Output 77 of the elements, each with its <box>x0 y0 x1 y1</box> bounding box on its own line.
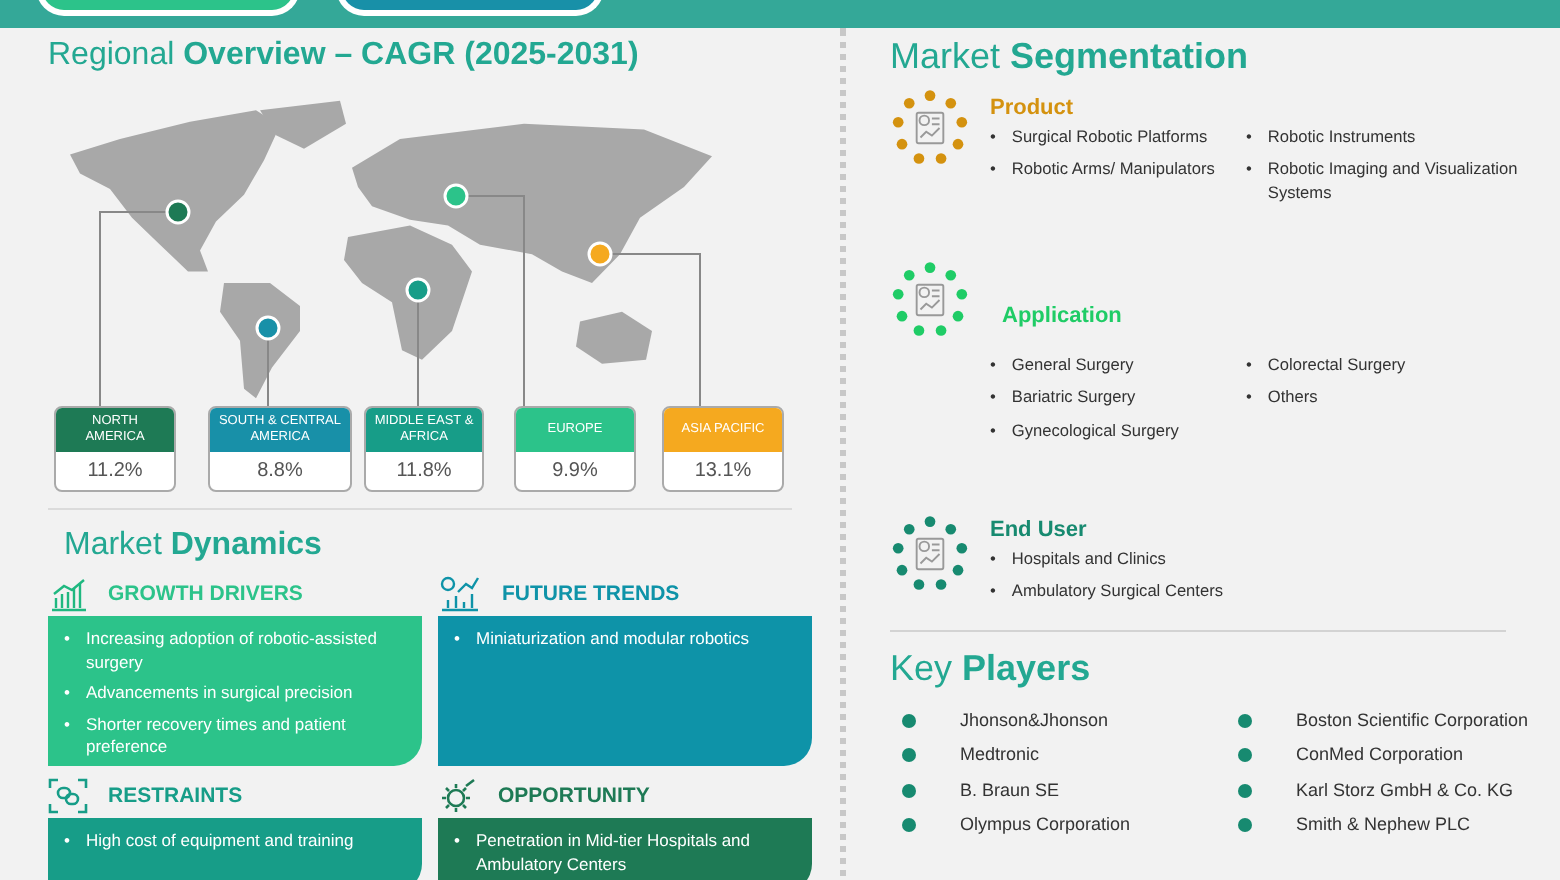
segment-item: Bariatric Surgery <box>1011 386 1136 411</box>
bullet-dot <box>902 713 916 728</box>
bullet-mark: • <box>1246 158 1252 183</box>
bullet-dot <box>1238 713 1252 728</box>
player-name: Medtronic <box>960 742 1040 769</box>
cagr-value: 13.1% <box>692 458 754 487</box>
segment-item: Robotic Arms/ Manipulators <box>1011 158 1215 183</box>
player-name: Olympus Corporation <box>960 812 1131 839</box>
section-title: Regional Overview – CAGR (2025-2031) <box>46 36 641 75</box>
bullet-dot <box>1238 818 1252 833</box>
bullet-text: Increasing adoption of robotic-assisted surgery <box>85 628 380 675</box>
map-pin <box>165 199 191 225</box>
chain-link-icon <box>48 778 88 815</box>
cagr-value: 9.9% <box>550 458 600 487</box>
section-title: Market Segmentation <box>890 34 1251 80</box>
gear-icon <box>438 778 478 815</box>
map-pin <box>405 277 431 303</box>
segment-item: Ambulatory Surgical Centers <box>1011 580 1224 605</box>
player-name: Smith & Nephew PLC <box>1296 812 1471 839</box>
cagr-value: 8.8% <box>255 458 305 487</box>
map-pin <box>587 241 613 267</box>
segment-title: Product <box>990 95 1076 122</box>
player-name: B. Braun SE <box>960 777 1060 804</box>
bullet-dot <box>902 783 916 798</box>
bullet-text: Advancements in surgical precision <box>85 682 353 706</box>
segment-title: End User <box>990 517 1089 544</box>
bullet-mark: • <box>990 547 996 571</box>
card-title: GROWTH DRIVERS <box>108 579 303 609</box>
bullet-dot <box>1238 748 1252 763</box>
bullet-dot <box>902 748 916 763</box>
segment-item: Colorectal Surgery <box>1267 353 1406 377</box>
bullet-text: High cost of equipment and training <box>85 830 354 854</box>
map-pin <box>255 315 281 341</box>
segment-item: Hospitals and Clinics <box>1011 547 1166 571</box>
bullet-mark: • <box>454 628 460 652</box>
bullet-mark: • <box>1246 386 1252 411</box>
leader-line <box>267 339 269 407</box>
cagr-value: 11.8% <box>394 458 454 487</box>
bullet-text: Shorter recovery times and patient preference <box>85 713 348 760</box>
segment-item: Robotic Instruments <box>1267 125 1416 149</box>
segment-item: General Surgery <box>1011 353 1134 377</box>
player-name: Boston Scientific Corporation <box>1296 707 1529 734</box>
player-name: Jhonson&Jhonson <box>960 707 1109 734</box>
bullet-mark: • <box>990 158 996 183</box>
segment-title: Application <box>1002 303 1124 330</box>
segment-item: Robotic Imaging and Visualization Systems <box>1267 158 1520 206</box>
cagr-value: 11.2% <box>85 458 145 487</box>
bullet-mark: • <box>990 125 996 149</box>
segment-item: Others <box>1267 386 1318 411</box>
player-name: Karl Storz GmbH & Co. KG <box>1296 777 1514 804</box>
bullet-mark: • <box>64 628 70 653</box>
map-pin <box>443 183 469 209</box>
bullet-mark: • <box>1246 353 1252 377</box>
bullet-mark: • <box>454 830 460 855</box>
bullet-mark: • <box>990 386 996 411</box>
bullet-dot <box>1238 783 1252 798</box>
bullet-mark: • <box>64 713 70 738</box>
bullet-mark: • <box>64 682 70 706</box>
bullet-mark: • <box>64 830 70 854</box>
bullet-text: Miniaturization and modular robotics <box>475 628 750 652</box>
bullet-mark: • <box>1246 125 1252 149</box>
bullet-mark: • <box>990 580 996 605</box>
player-name: ConMed Corporation <box>1296 742 1464 769</box>
chart-icon <box>438 576 482 613</box>
bar-chart-icon <box>48 576 88 613</box>
bullet-mark: • <box>990 420 996 444</box>
segment-item: Surgical Robotic Platforms <box>1011 125 1208 149</box>
bullet-text: Penetration in Mid-tier Hospitals and Ambulatory Centers <box>475 830 752 877</box>
card-title: RESTRAINTS <box>108 781 243 811</box>
section-title: Key Players <box>890 648 1093 692</box>
card-title: OPPORTUNITY <box>498 781 650 811</box>
section-title: Market Dynamics <box>62 526 324 565</box>
bullet-mark: • <box>990 353 996 377</box>
leader-line <box>417 301 419 407</box>
segment-item: Gynecological Surgery <box>1011 420 1179 444</box>
bullet-dot <box>902 818 916 833</box>
card-title: FUTURE TRENDS <box>502 579 680 609</box>
